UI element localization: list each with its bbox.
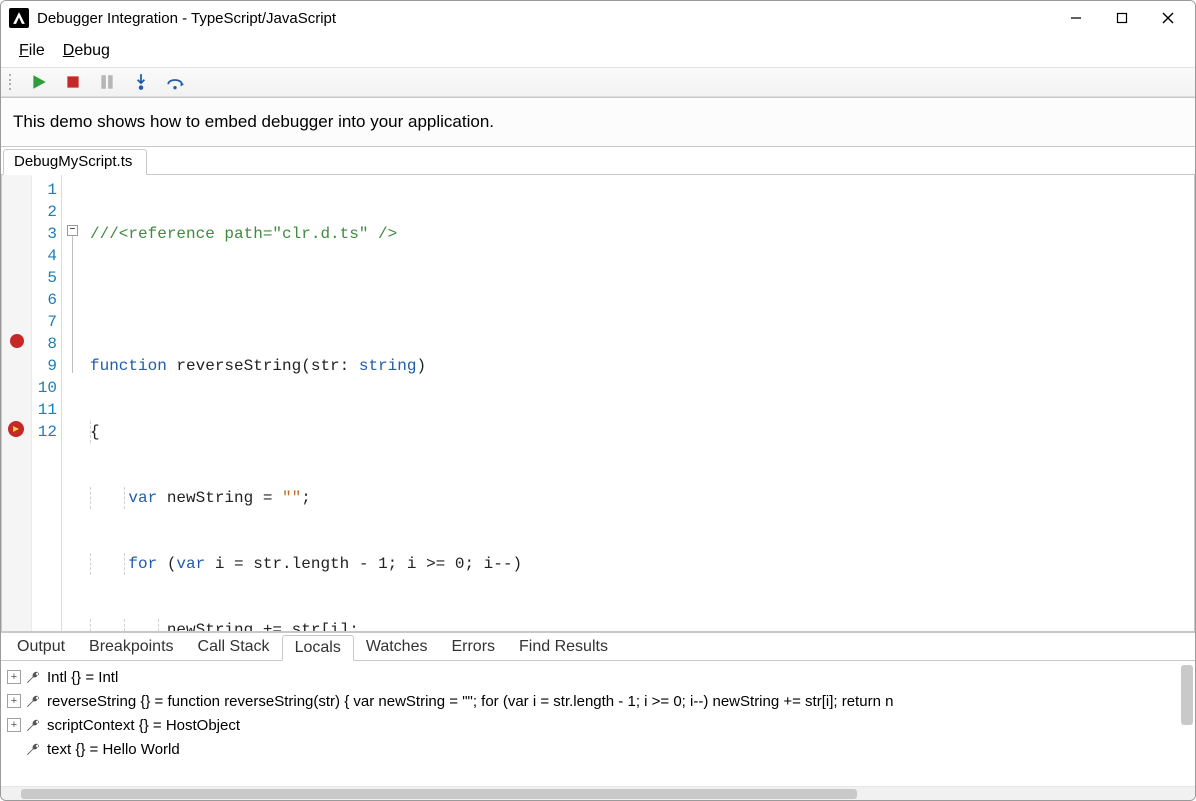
- locals-row[interactable]: + scriptContext {} = HostObject: [1, 713, 1195, 737]
- panel-tab-bar: Output Breakpoints Call Stack Locals Wat…: [1, 633, 1195, 661]
- expander-icon[interactable]: +: [7, 694, 21, 708]
- tab-errors[interactable]: Errors: [439, 635, 507, 661]
- locals-row[interactable]: text {} = Hello World: [1, 737, 1195, 761]
- breakpoint-gutter[interactable]: [2, 175, 32, 631]
- step-over-button[interactable]: [165, 72, 185, 92]
- locals-row[interactable]: + reverseString {} = function reverseStr…: [1, 689, 1195, 713]
- wrench-icon: [25, 693, 41, 709]
- wrench-icon: [25, 669, 41, 685]
- code-area[interactable]: ///<reference path="clr.d.ts" /> functio…: [84, 175, 1194, 631]
- info-text: This demo shows how to embed debugger in…: [13, 112, 494, 131]
- horizontal-scrollbar[interactable]: [1, 786, 1195, 800]
- close-button[interactable]: [1145, 3, 1191, 33]
- toolbar: [1, 67, 1195, 97]
- fold-gutter[interactable]: −: [62, 175, 84, 631]
- minimize-button[interactable]: [1053, 3, 1099, 33]
- step-into-button[interactable]: [131, 72, 151, 92]
- fold-toggle-icon[interactable]: −: [67, 225, 78, 236]
- scrollbar-thumb[interactable]: [21, 789, 857, 799]
- editor-tab-bar: DebugMyScript.ts: [1, 147, 1195, 175]
- tab-watches[interactable]: Watches: [354, 635, 440, 661]
- menu-debug[interactable]: Debug: [63, 42, 110, 60]
- tab-findresults[interactable]: Find Results: [507, 635, 620, 661]
- maximize-button[interactable]: [1099, 3, 1145, 33]
- breakpoint-icon[interactable]: [10, 334, 24, 348]
- execution-pointer-icon[interactable]: [8, 421, 24, 437]
- menubar: File Debug: [1, 35, 1195, 67]
- run-button[interactable]: [29, 72, 49, 92]
- app-icon: [9, 8, 29, 28]
- locals-row[interactable]: + Intl {} = Intl: [1, 665, 1195, 689]
- tab-output[interactable]: Output: [5, 635, 77, 661]
- stop-button[interactable]: [63, 72, 83, 92]
- line-number-gutter: 1 2 3 4 5 6 7 8 9 10 11 12: [32, 175, 62, 631]
- pause-button[interactable]: [97, 72, 117, 92]
- expander-icon[interactable]: +: [7, 718, 21, 732]
- code-editor[interactable]: 1 2 3 4 5 6 7 8 9 10 11 12 − ///<referen…: [1, 175, 1195, 632]
- toolbar-grip: [9, 72, 13, 92]
- editor-tab[interactable]: DebugMyScript.ts: [3, 149, 147, 175]
- bottom-panel: Output Breakpoints Call Stack Locals Wat…: [1, 632, 1195, 800]
- expander-icon: [7, 742, 21, 756]
- wrench-icon: [25, 741, 41, 757]
- window-title: Debugger Integration - TypeScript/JavaSc…: [37, 10, 336, 27]
- menu-file[interactable]: File: [19, 42, 45, 60]
- locals-panel[interactable]: + Intl {} = Intl + reverseString {} = fu…: [1, 661, 1195, 786]
- main-window: Debugger Integration - TypeScript/JavaSc…: [0, 0, 1196, 801]
- titlebar: Debugger Integration - TypeScript/JavaSc…: [1, 1, 1195, 35]
- vertical-scrollbar[interactable]: [1181, 665, 1193, 725]
- expander-icon[interactable]: +: [7, 670, 21, 684]
- info-banner: This demo shows how to embed debugger in…: [1, 97, 1195, 147]
- tab-callstack[interactable]: Call Stack: [186, 635, 282, 661]
- tab-locals[interactable]: Locals: [282, 635, 354, 661]
- wrench-icon: [25, 717, 41, 733]
- tab-breakpoints[interactable]: Breakpoints: [77, 635, 186, 661]
